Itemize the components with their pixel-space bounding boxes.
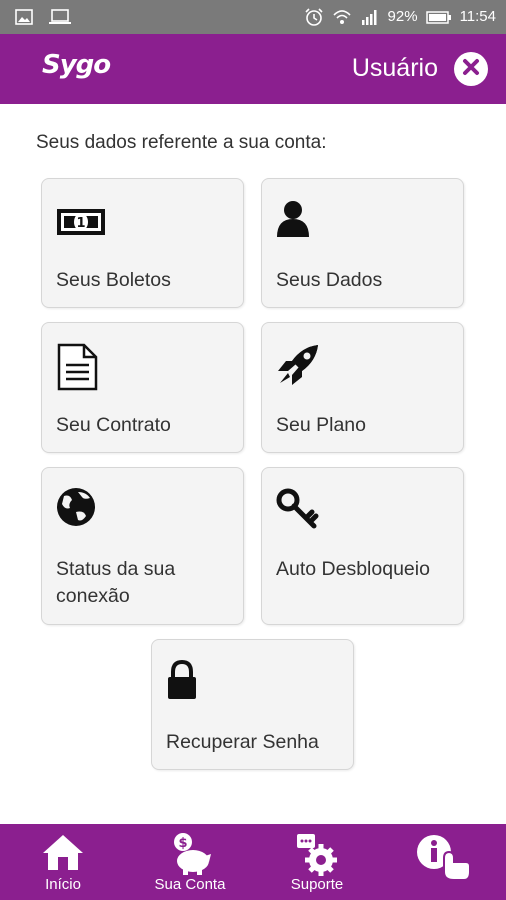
sygo-logo: Sygo — [42, 50, 111, 80]
tile-label: Status da sua conexão — [56, 558, 176, 607]
support-gear-icon — [295, 832, 339, 881]
tile-auto-desbloqueio[interactable]: Auto Desbloqueio — [261, 467, 464, 625]
image-icon — [14, 7, 34, 27]
laptop-icon — [48, 7, 72, 27]
nav-inicio[interactable]: Início — [22, 824, 104, 900]
close-icon — [461, 57, 481, 82]
tile-label: Seu Contrato — [56, 414, 171, 436]
tile-seus-dados[interactable]: Seus Dados — [261, 178, 464, 308]
tile-label: Seu Plano — [276, 414, 366, 436]
nav-info[interactable] — [408, 824, 478, 900]
tile-seus-boletos[interactable]: 1 Seus Boletos — [41, 178, 244, 308]
status-bar: 92% 11:54 — [0, 0, 506, 34]
tile-recuperar-senha[interactable]: Recuperar Senha — [151, 639, 354, 770]
page-title: Usuário — [351, 54, 438, 82]
nav-sua-conta[interactable]: $ Sua Conta — [145, 824, 235, 900]
banknote-icon: 1 — [56, 199, 106, 241]
lock-icon — [166, 659, 216, 702]
battery-percent: 92% — [387, 8, 418, 25]
svg-text:$: $ — [178, 836, 187, 851]
rocket-icon — [276, 343, 326, 385]
alarm-icon — [304, 7, 324, 27]
nav-label: Início — [45, 876, 81, 893]
battery-icon — [425, 7, 452, 27]
signal-icon — [360, 7, 380, 27]
home-icon — [40, 832, 86, 877]
key-icon — [276, 488, 326, 530]
tile-label: Seus Dados — [276, 269, 383, 291]
tile-label: Recuperar Senha — [166, 731, 319, 753]
nav-label: Sua Conta — [154, 876, 226, 893]
clock: 11:54 — [459, 8, 496, 25]
globe-icon — [56, 488, 106, 530]
tile-seu-contrato[interactable]: Seu Contrato — [41, 322, 244, 453]
tile-label: Seus Boletos — [56, 269, 171, 291]
info-tap-icon — [414, 832, 474, 889]
nav-suporte[interactable]: Suporte — [277, 824, 357, 900]
document-icon — [56, 343, 106, 391]
user-icon — [276, 199, 326, 241]
nav-label: Suporte — [290, 876, 344, 893]
tile-label: Auto Desbloqueio — [276, 558, 430, 580]
tile-seu-plano[interactable]: Seu Plano — [261, 322, 464, 453]
tile-status-conexao[interactable]: Status da sua conexão — [41, 467, 244, 625]
close-button[interactable] — [454, 52, 488, 86]
app-header: Sygo Usuário — [0, 34, 506, 104]
intro-text: Seus dados referente a sua conta: — [36, 132, 327, 153]
piggy-bank-icon: $ — [169, 832, 213, 881]
svg-text:1: 1 — [76, 216, 85, 231]
bottom-nav: Início $ Sua Conta Suporte — [0, 824, 506, 900]
wifi-icon — [332, 7, 352, 27]
